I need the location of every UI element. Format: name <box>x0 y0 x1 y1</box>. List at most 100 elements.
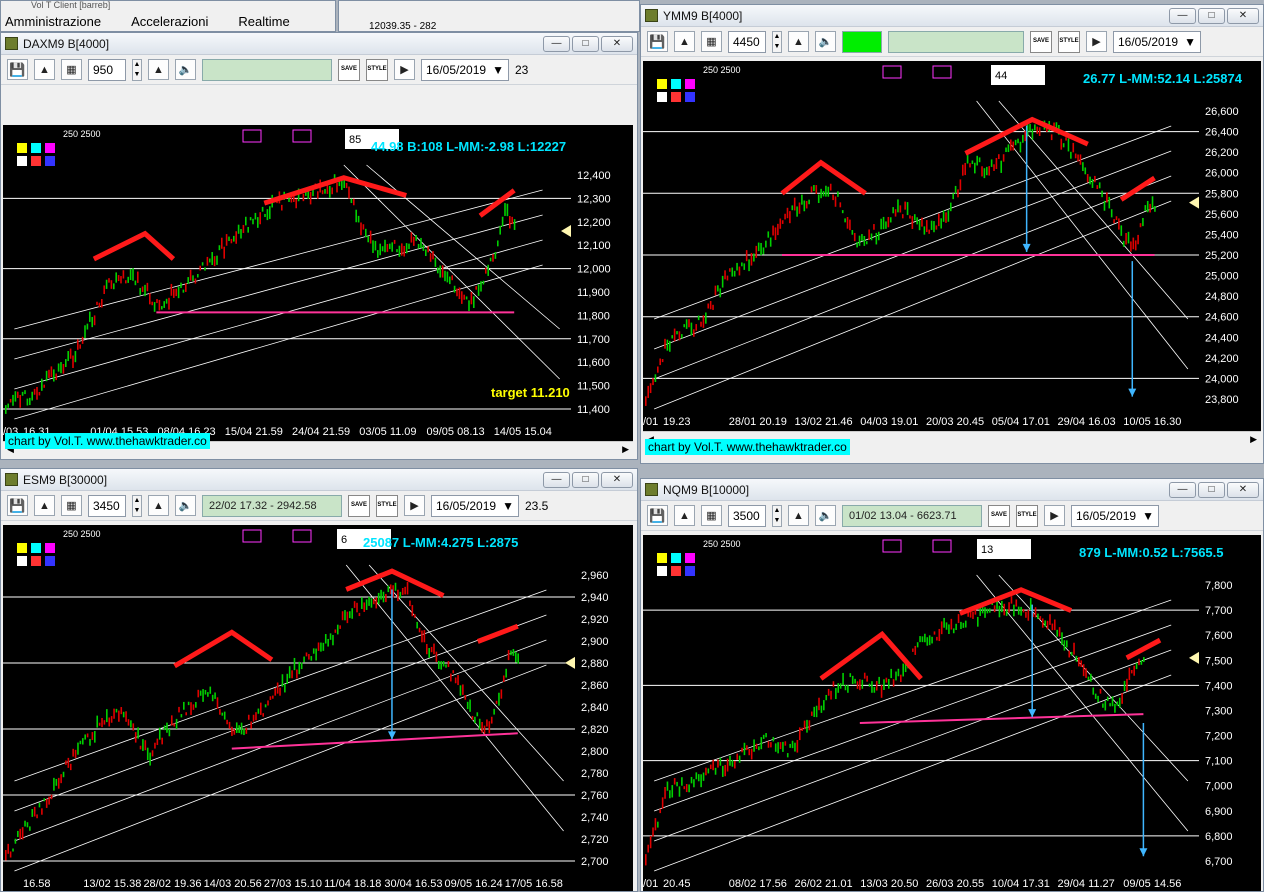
main-app-title: Vol T Client [barreb] <box>31 0 111 10</box>
indicator-icon[interactable]: ▲ <box>148 495 169 516</box>
chart-plot-area[interactable]: 7,800 7,700 7,600 7,500 7,400 7,300 7,200 7,100… <box>643 535 1261 891</box>
y-tick-label: 7,000 <box>1205 781 1233 793</box>
close-button[interactable]: ✕ <box>1227 7 1259 24</box>
quantity-stepper[interactable]: ▲ ▼ <box>772 30 782 53</box>
date-picker[interactable]: 16/05/2019 ▼ <box>1113 30 1201 53</box>
maximize-button[interactable]: □ <box>572 471 599 488</box>
date-picker[interactable]: 16/05/2019 ▼ <box>431 494 519 517</box>
chart-plot-area[interactable]: 12,400 12,300 12,200 12,100 12,000 11,900 11,8… <box>3 125 633 441</box>
save-style-icon[interactable]: SAVE <box>338 58 360 81</box>
x-tick-label: 19.23 <box>663 416 691 428</box>
quantity-input[interactable] <box>728 30 766 53</box>
indicator-icon[interactable]: ▲ <box>788 505 809 526</box>
style-icon[interactable]: STYLE <box>1058 30 1080 53</box>
maximize-button[interactable]: □ <box>1198 7 1225 24</box>
chart-credit[interactable]: chart by Vol.T. www.thehawktrader.co <box>645 439 850 455</box>
date-picker[interactable]: 16/05/2019 ▼ <box>1071 504 1159 527</box>
style-icon[interactable]: STYLE <box>376 494 398 517</box>
y-tick-label: 6,800 <box>1205 831 1233 843</box>
chevron-down-icon: ▼ <box>502 498 514 513</box>
chart-type-icon[interactable]: ▲ <box>674 31 695 52</box>
quantity-stepper[interactable]: ▲ ▼ <box>132 58 142 81</box>
y-tick-label: 24,400 <box>1205 332 1239 344</box>
play-icon[interactable]: ▶ <box>394 59 415 80</box>
maximize-button[interactable]: □ <box>1198 481 1225 498</box>
y-tick-label: 24,200 <box>1205 353 1239 365</box>
save-style-icon[interactable]: SAVE <box>348 494 370 517</box>
style-icon[interactable]: STYLE <box>366 58 388 81</box>
y-tick-label: 24,800 <box>1205 291 1239 303</box>
arrow-head-icon <box>387 731 396 740</box>
value-box-text[interactable]: 44 <box>995 70 1007 82</box>
y-tick-label: 2,900 <box>581 636 609 648</box>
minimize-button[interactable]: — <box>1169 7 1196 24</box>
scroll-right-icon[interactable]: ▶ <box>1250 434 1257 445</box>
y-tick-label: 26,400 <box>1205 127 1239 139</box>
date-picker[interactable]: 16/05/2019 ▼ <box>421 58 509 81</box>
save-icon[interactable]: 💾 <box>647 505 668 526</box>
value-box-text[interactable]: 85 <box>349 134 361 146</box>
close-button[interactable]: ✕ <box>601 471 633 488</box>
maximize-button[interactable]: □ <box>572 35 599 52</box>
chart-plot-area[interactable]: 2,960 2,940 2,920 2,900 2,880 2,860 2,840 2,820… <box>3 525 633 891</box>
save-icon[interactable]: 💾 <box>7 59 28 80</box>
minimize-button[interactable]: — <box>543 471 570 488</box>
minimize-button[interactable]: — <box>543 35 570 52</box>
save-icon[interactable]: 💾 <box>7 495 28 516</box>
value-box-text[interactable]: 13 <box>981 544 993 556</box>
chart-window-icon <box>645 483 658 496</box>
quantity-input[interactable] <box>88 58 126 81</box>
chart-plot-area[interactable]: 26,600 26,400 26,200 26,000 25,800 25,600 25,4… <box>643 61 1261 431</box>
date-value: 16/05/2019 <box>1118 34 1179 49</box>
info-readout: 25087 L-MM:4.275 L:2875 <box>363 535 518 550</box>
calculator-icon[interactable]: ▦ <box>701 31 722 52</box>
chart-type-icon[interactable]: ▲ <box>34 495 55 516</box>
save-style-icon[interactable]: SAVE <box>988 504 1010 527</box>
close-button[interactable]: ✕ <box>601 35 633 52</box>
play-icon[interactable]: ▶ <box>1086 31 1107 52</box>
quantity-stepper[interactable]: ▲ ▼ <box>772 504 782 527</box>
save-style-icon[interactable]: SAVE <box>1030 30 1052 53</box>
play-icon[interactable]: ▶ <box>1044 505 1065 526</box>
menu-amministrazione[interactable]: Amministrazione <box>5 14 101 29</box>
scroll-right-icon[interactable]: ▶ <box>622 444 629 455</box>
speaker-icon[interactable]: 🔈 <box>175 495 196 516</box>
speaker-icon[interactable]: 🔈 <box>815 31 836 52</box>
calculator-icon[interactable]: ▦ <box>61 59 82 80</box>
calculator-icon[interactable]: ▦ <box>701 505 722 526</box>
indicator-icon[interactable]: ▲ <box>148 59 169 80</box>
style-icon[interactable]: STYLE <box>1016 504 1038 527</box>
indicator-icon[interactable]: ▲ <box>788 31 809 52</box>
menu-realtime[interactable]: Realtime <box>238 14 289 29</box>
x-tick-label: 09/05 16.24 <box>445 878 503 890</box>
menu-accelerazioni[interactable]: Accelerazioni <box>131 14 208 29</box>
date-extra: 23 <box>515 62 529 77</box>
chart-type-icon[interactable]: ▲ <box>674 505 695 526</box>
support-line <box>859 713 1144 724</box>
calculator-icon[interactable]: ▦ <box>61 495 82 516</box>
window-title: DAXM9 B[4000] <box>23 36 110 51</box>
chart-type-icon[interactable]: ▲ <box>34 59 55 80</box>
y-tick-label: 26,000 <box>1205 168 1239 180</box>
close-button[interactable]: ✕ <box>1227 481 1259 498</box>
status-field <box>202 58 332 81</box>
y-tick-label: 2,800 <box>581 746 609 758</box>
candlesticks <box>5 582 519 861</box>
quantity-input[interactable] <box>728 504 766 527</box>
quantity-stepper[interactable]: ▲ ▼ <box>132 494 142 517</box>
value-box-text[interactable]: 6 <box>341 534 347 546</box>
speaker-icon[interactable]: 🔈 <box>175 59 196 80</box>
chart-credit[interactable]: chart by Vol.T. www.thehawktrader.co <box>5 433 210 449</box>
play-icon[interactable]: ▶ <box>404 495 425 516</box>
window-titlebar[interactable]: YMM9 B[4000] — □ ✕ <box>641 5 1263 27</box>
minimize-button[interactable]: — <box>1169 481 1196 498</box>
window-titlebar[interactable]: ESM9 B[30000] — □ ✕ <box>1 469 637 491</box>
window-titlebar[interactable]: DAXM9 B[4000] — □ ✕ <box>1 33 637 55</box>
chart-window-dax: DAXM9 B[4000] — □ ✕ 💾 ▲ ▦ ▲▼ ▲ 🔈 SAVE ST… <box>0 32 638 460</box>
save-icon[interactable]: 💾 <box>647 31 668 52</box>
quantity-input[interactable] <box>88 494 126 517</box>
window-titlebar[interactable]: NQM9 B[10000] — □ ✕ <box>641 479 1263 501</box>
arrow-head-icon <box>1128 388 1137 397</box>
speaker-icon[interactable]: 🔈 <box>815 505 836 526</box>
main-menu-window: Vol T Client [barreb] Amministrazione Ac… <box>0 0 336 32</box>
